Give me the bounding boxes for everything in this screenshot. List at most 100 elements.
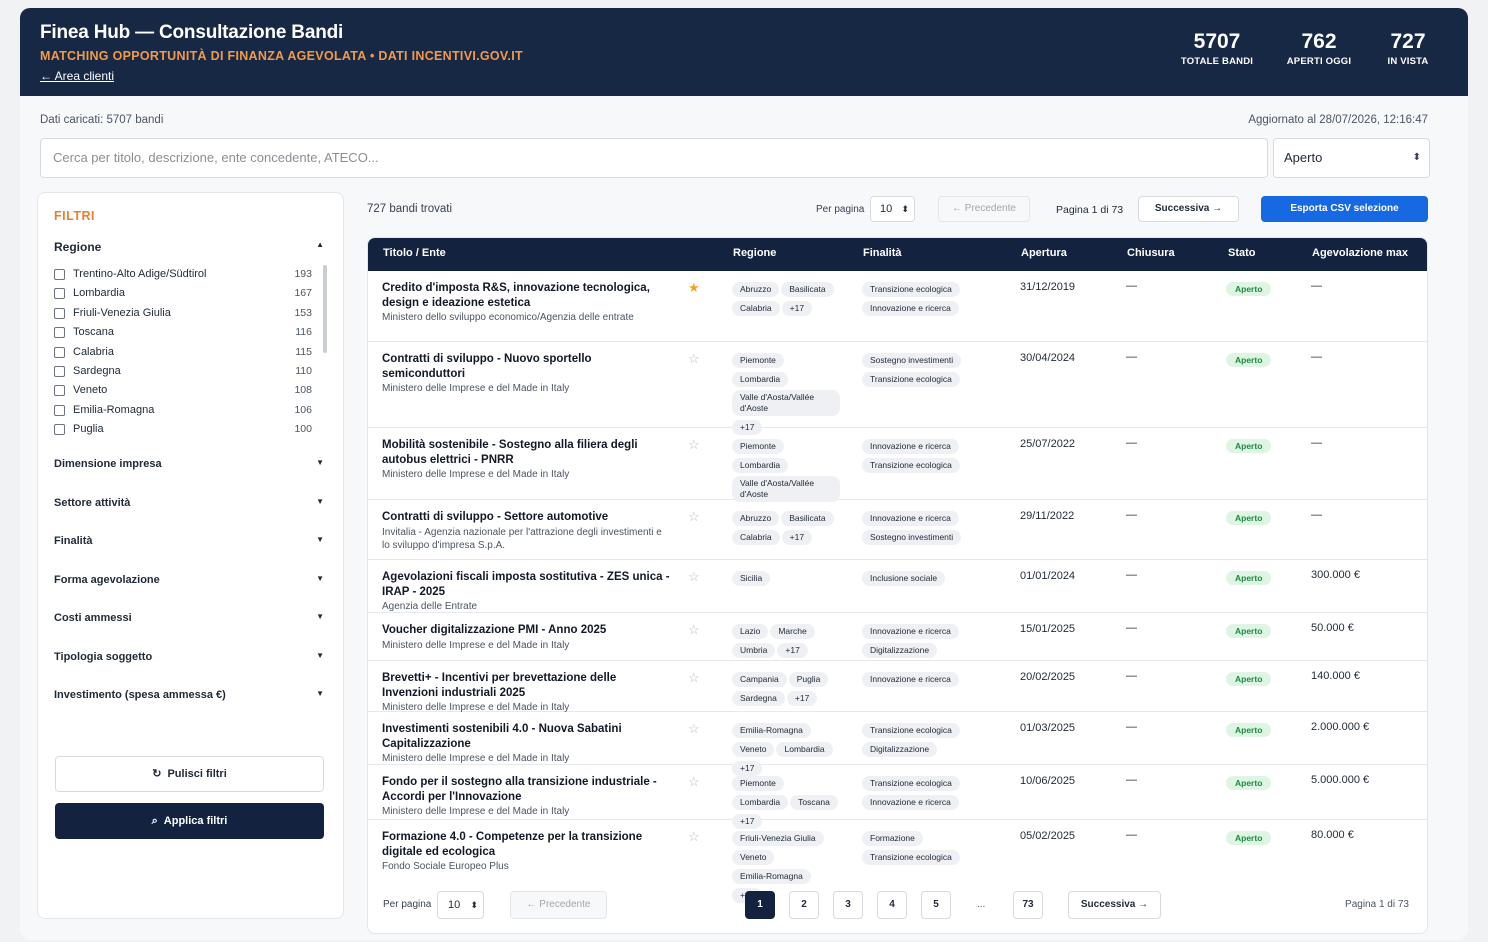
page-button-4[interactable]: 4 [877,891,907,919]
bando-title[interactable]: Investimenti sostenibili 4.0 - Nuova Sab… [382,722,672,765]
table-row[interactable]: Contratti di sviluppo - Settore automoti… [368,500,1427,560]
bando-title[interactable]: Credito d'imposta R&S, innovazione tecno… [382,281,672,324]
bando-title-text: Brevetti+ - Incentivi per brevettazione … [382,672,617,699]
finalita-chips: Inclusione sociale [862,570,1002,589]
status-badge: Aperto [1226,672,1272,686]
bando-ente: Invitalia - Agenzia nazionale per l'attr… [382,526,662,551]
region-filter-item[interactable]: Veneto 108 [54,383,312,402]
region-filter-item[interactable]: Friuli-Venezia Giulia 153 [54,306,312,325]
bando-title[interactable]: Voucher digitalizzazione PMI - Anno 2025… [382,623,672,652]
page-button-last[interactable]: 73 [1013,891,1043,919]
region-list-scrollbar[interactable] [323,265,327,353]
region-checkbox[interactable] [54,346,65,358]
region-filter-item[interactable]: Puglia 100 [54,422,312,441]
page-button-1[interactable]: 1 [745,891,775,919]
prev-page-button-bottom[interactable]: ← Precedente [510,891,607,919]
filter-section[interactable]: Tipologia soggetto ▼ [54,651,324,663]
region-checkbox[interactable] [54,327,65,339]
page-button-2[interactable]: 2 [789,891,819,919]
page-button-5[interactable]: 5 [921,891,951,919]
bando-title[interactable]: Brevetti+ - Incentivi per brevettazione … [382,671,672,714]
region-filter-item[interactable]: Emilia-Romagna 106 [54,403,312,422]
favorite-star-icon[interactable]: ☆ [688,569,700,585]
apply-filters-button[interactable]: ⌕ Applica filtri [55,803,324,839]
table-row[interactable]: Mobilità sostenibile - Sostegno alla fil… [368,428,1427,502]
region-count: 106 [294,403,312,416]
favorite-star-icon[interactable]: ☆ [688,774,700,790]
region-chip: Campania [732,672,787,687]
region-chips: Sicilia [732,570,842,589]
filter-section[interactable]: Dimensione impresa ▼ [54,458,324,470]
next-page-button-bottom[interactable]: Successiva → [1068,891,1161,919]
region-checkbox[interactable] [54,269,65,280]
col-finalita[interactable]: Finalità [863,247,902,259]
region-name: Emilia-Romagna [73,403,155,416]
region-filter-item[interactable]: Toscana 116 [54,325,312,344]
clear-filters-button[interactable]: ↻ Pulisci filtri [55,756,324,792]
table-row[interactable]: Formazione 4.0 - Competenze per la trans… [368,820,1427,903]
region-checkbox[interactable] [54,424,65,436]
filter-section[interactable]: Forma agevolazione ▼ [54,574,324,586]
bando-title-text: Formazione 4.0 - Competenze per la trans… [382,831,643,858]
region-filter-item[interactable]: Calabria 115 [54,345,312,364]
favorite-star-icon[interactable]: ☆ [688,670,700,686]
table-row[interactable]: Credito d'imposta R&S, innovazione tecno… [368,271,1427,342]
region-checkbox[interactable] [54,288,65,300]
col-title[interactable]: Titolo / Ente [383,247,446,259]
col-region[interactable]: Regione [733,247,776,259]
favorite-star-icon[interactable]: ☆ [688,829,700,845]
back-to-client-area-link[interactable]: ← Area clienti [40,69,114,83]
favorite-star-icon[interactable]: ☆ [688,351,700,367]
region-checkbox[interactable] [54,404,65,416]
chiusura-date: — [1126,437,1137,449]
favorite-star-icon[interactable]: ☆ [688,437,700,453]
favorite-star-icon[interactable]: ★ [688,280,700,296]
per-page-select-bottom[interactable]: 10 ⬍ [437,891,484,919]
filters-sidebar: FILTRI Regione ▲ Trentino-Alto Adige/Süd… [37,192,344,919]
status-badge: Aperto [1226,511,1272,525]
region-filter-item[interactable]: Lombardia 167 [54,286,312,305]
filter-section[interactable]: Settore attività ▼ [54,497,324,509]
region-checkbox[interactable] [54,365,65,377]
bando-title[interactable]: Contratti di sviluppo - Settore automoti… [382,510,672,552]
stat-in-view-value: 727 [1390,30,1426,53]
col-agevolazione[interactable]: Agevolazione max [1312,247,1408,259]
table-row[interactable]: Brevetti+ - Incentivi per brevettazione … [368,661,1427,714]
region-name: Calabria [73,345,114,358]
favorite-star-icon[interactable]: ☆ [688,721,700,737]
region-chip: Basilicata [781,511,834,526]
bando-title[interactable]: Mobilità sostenibile - Sostegno alla fil… [382,438,672,481]
filter-section[interactable]: Investimento (spesa ammessa €) ▼ [54,689,324,701]
bando-title[interactable]: Fondo per il sostegno alla transizione i… [382,775,672,818]
filter-section-regione[interactable]: Regione ▲ [54,240,324,254]
col-chiusura[interactable]: Chiusura [1127,247,1175,259]
table-row[interactable]: Investimenti sostenibili 4.0 - Nuova Sab… [368,712,1427,776]
region-checkbox[interactable] [54,385,65,397]
table-row[interactable]: Fondo per il sostegno alla transizione i… [368,765,1427,829]
bando-title[interactable]: Contratti di sviluppo - Nuovo sportello … [382,352,672,395]
region-filter-item[interactable]: Sardegna 110 [54,364,312,383]
page-info: Pagina 1 di 73 [1056,204,1124,216]
col-apertura[interactable]: Apertura [1021,247,1067,259]
bando-title[interactable]: Formazione 4.0 - Competenze per la trans… [382,830,672,873]
filter-section[interactable]: Costi ammessi ▼ [54,612,324,624]
region-checkbox[interactable] [54,307,65,319]
status-select[interactable]: Aperto ⬍ [1273,138,1430,178]
page-button-3[interactable]: 3 [833,891,863,919]
per-page-select[interactable]: 10 ⬍ [870,196,915,222]
col-stato[interactable]: Stato [1228,247,1256,259]
favorite-star-icon[interactable]: ☆ [688,509,700,525]
agevolazione-max: 80.000 € [1311,829,1354,841]
export-csv-button[interactable]: Esporta CSV selezione [1261,196,1428,222]
search-input[interactable]: Cerca per titolo, descrizione, ente conc… [40,138,1268,178]
favorite-star-icon[interactable]: ☆ [688,622,700,638]
filter-section[interactable]: Finalità ▼ [54,535,324,547]
bando-title[interactable]: Agevolazioni fiscali imposta sostitutiva… [382,570,672,613]
prev-page-button[interactable]: ← Precedente [938,196,1030,222]
status-badge: Aperto [1226,624,1272,638]
table-row[interactable]: Voucher digitalizzazione PMI - Anno 2025… [368,613,1427,661]
next-page-button[interactable]: Successiva → [1138,196,1239,222]
table-row[interactable]: Contratti di sviluppo - Nuovo sportello … [368,342,1427,435]
table-row[interactable]: Agevolazioni fiscali imposta sostitutiva… [368,560,1427,613]
region-filter-item[interactable]: Trentino-Alto Adige/Südtirol 193 [54,267,312,286]
